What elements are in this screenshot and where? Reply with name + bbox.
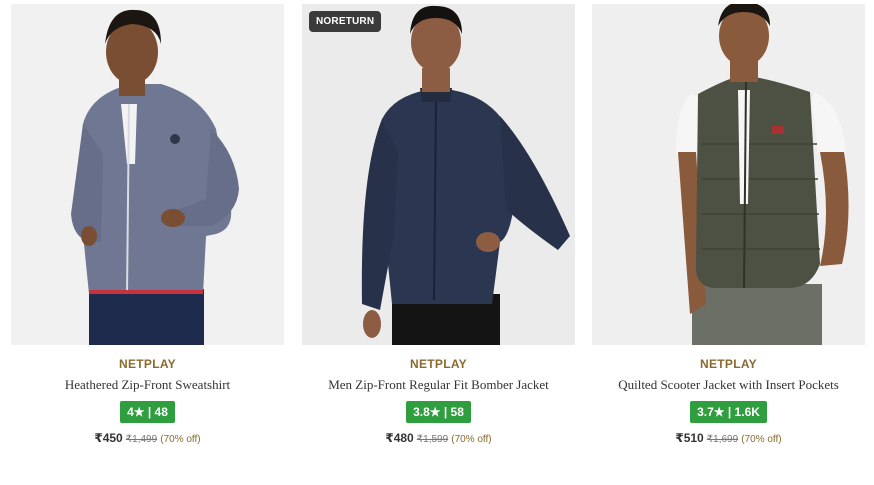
rating-badge: 3.8★ | 58 — [406, 401, 471, 423]
product-card[interactable]: NETPLAY Quilted Scooter Jacket with Inse… — [592, 4, 865, 454]
discount-label: (70% off) — [741, 434, 782, 445]
product-image[interactable]: NORETURN — [302, 4, 575, 345]
product-image[interactable] — [592, 4, 865, 345]
product-grid: NETPLAY Heathered Zip-Front Sweatshirt 4… — [0, 0, 874, 485]
product-name[interactable]: Men Zip-Front Regular Fit Bomber Jacket — [302, 377, 575, 393]
rating-badge: 3.7★ | 1.6K — [690, 401, 767, 423]
price-row: ₹450 ₹1,499 (70% off) — [11, 431, 284, 445]
product-card[interactable]: NETPLAY Heathered Zip-Front Sweatshirt 4… — [11, 4, 284, 454]
rating-badge: 4★ | 48 — [120, 401, 175, 423]
noreturn-badge: NORETURN — [309, 11, 382, 32]
product-brand: NETPLAY — [118, 357, 176, 371]
original-price: ₹1,499 — [125, 434, 158, 445]
product-name[interactable]: Heathered Zip-Front Sweatshirt — [11, 377, 284, 393]
product-card[interactable]: NORETURN NETPLAY Men Zip-Front Regular F… — [302, 4, 575, 454]
sale-price: ₹510 — [675, 431, 704, 445]
sale-price: ₹480 — [385, 431, 414, 445]
product-image[interactable] — [11, 4, 284, 345]
product-brand: NETPLAY — [699, 357, 757, 371]
original-price: ₹1,699 — [706, 434, 739, 445]
price-row: ₹510 ₹1,699 (70% off) — [592, 431, 865, 445]
discount-label: (70% off) — [160, 434, 201, 445]
sale-price: ₹450 — [94, 431, 123, 445]
product-brand: NETPLAY — [409, 357, 467, 371]
product-name[interactable]: Quilted Scooter Jacket with Insert Pocke… — [592, 377, 865, 393]
discount-label: (70% off) — [451, 434, 492, 445]
original-price: ₹1,599 — [416, 434, 449, 445]
price-row: ₹480 ₹1,599 (70% off) — [302, 431, 575, 445]
